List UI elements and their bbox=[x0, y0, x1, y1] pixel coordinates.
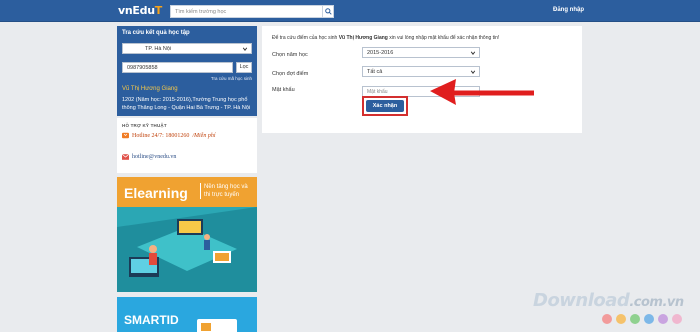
watermark-dot bbox=[672, 314, 682, 324]
lookup-student-code-link[interactable]: Tra cứu mã học sinh bbox=[211, 76, 252, 81]
phone-icon bbox=[122, 132, 129, 139]
top-navbar: vnEduT Tìm kiếm trường học Đăng nhập bbox=[0, 0, 700, 22]
elearning-subtitle: Nền tảng học và thi trực tuyến bbox=[200, 183, 255, 199]
hotline-text[interactable]: Hotline 24/7: 18001260 bbox=[132, 133, 189, 139]
red-arrow-annotation bbox=[430, 79, 534, 105]
year-label: Chọn năm học bbox=[272, 52, 308, 58]
student-school-info: 1202 (Năm học: 2015-2016),Trường Trung h… bbox=[122, 97, 251, 111]
submit-highlight-box: Xác nhận bbox=[362, 96, 408, 116]
chevron-down-icon bbox=[470, 51, 476, 55]
watermark-dot bbox=[658, 314, 668, 324]
province-value: TP. Hà Nội bbox=[145, 46, 172, 52]
year-value: 2015-2016 bbox=[367, 50, 394, 56]
lookup-panel: Tra cứu kết quả học tập TP. Hà Nội 09879… bbox=[117, 26, 257, 116]
elearning-title: Elearning bbox=[124, 185, 188, 201]
vnedu-logo[interactable]: vnEduT bbox=[118, 4, 162, 18]
intro-text: Để tra cứu điểm của học sinh Vũ Thị Hươn… bbox=[272, 35, 499, 41]
tech-support-box: HỖ TRỢ KỸ THUẬT Hotline 24/7: 18001260/M… bbox=[117, 118, 257, 173]
chevron-down-icon bbox=[242, 47, 248, 51]
student-name-link[interactable]: Vũ Thị Hương Giang bbox=[122, 86, 178, 92]
filter-button[interactable]: Lọc bbox=[236, 62, 252, 73]
login-link[interactable]: Đăng nhập bbox=[553, 7, 584, 13]
support-title: HỖ TRỢ KỸ THUẬT bbox=[122, 123, 167, 128]
year-select[interactable]: 2015-2016 bbox=[362, 47, 480, 58]
chevron-down-icon bbox=[470, 70, 476, 74]
intro-student-name: Vũ Thị Hương Giang bbox=[338, 35, 388, 41]
watermark-text: Download.com.vn bbox=[533, 290, 684, 311]
envelope-icon bbox=[122, 154, 129, 160]
logo-text: vnEdu bbox=[118, 4, 155, 17]
watermark-dot bbox=[630, 314, 640, 324]
province-select[interactable]: TP. Hà Nội bbox=[122, 43, 252, 54]
phone-value: 0987905858 bbox=[127, 65, 158, 71]
email-link[interactable]: hotline@vnedu.vn bbox=[132, 154, 176, 160]
logo-accent-text: T bbox=[154, 4, 163, 17]
watermark-dot bbox=[602, 314, 612, 324]
watermark-dot bbox=[644, 314, 654, 324]
intro-suffix: xin vui lòng nhập mật khẩu để xác nhận t… bbox=[389, 35, 500, 41]
elearning-banner[interactable]: Elearning Nền tảng học và thi trực tuyến bbox=[117, 177, 257, 292]
password-confirm-card: Để tra cứu điểm của học sinh Vũ Thị Hươn… bbox=[262, 26, 582, 133]
watermark-dots bbox=[602, 314, 682, 324]
intro-prefix: Để tra cứu điểm của học sinh bbox=[272, 35, 338, 41]
smartid-card-illustration bbox=[197, 319, 237, 332]
search-icon bbox=[324, 8, 332, 15]
elearning-illustration bbox=[117, 207, 257, 292]
hotline-free-text: /Miễn phí bbox=[192, 132, 216, 139]
confirm-button[interactable]: Xác nhận bbox=[366, 100, 404, 112]
watermark-dot bbox=[616, 314, 626, 324]
term-label: Chọn đợt điểm bbox=[272, 71, 309, 77]
smartid-banner[interactable]: SMARTID bbox=[117, 297, 257, 332]
lookup-panel-title: Tra cứu kết quả học tập bbox=[122, 30, 190, 36]
hotline-row: Hotline 24/7: 18001260/Miễn phí bbox=[122, 132, 216, 139]
phone-input[interactable]: 0987905858 bbox=[122, 62, 233, 73]
email-row: hotline@vnedu.vn bbox=[122, 154, 176, 160]
school-search-input[interactable]: Tìm kiếm trường học bbox=[170, 5, 322, 18]
smartid-title: SMARTID bbox=[124, 313, 179, 327]
download-watermark: Download.com.vn bbox=[530, 290, 700, 330]
watermark-suffix: .com.vn bbox=[629, 295, 684, 310]
term-value: Tất cả bbox=[367, 69, 383, 75]
password-label: Mật khẩu bbox=[272, 87, 295, 93]
watermark-main: Download bbox=[533, 290, 630, 311]
search-button[interactable] bbox=[322, 5, 334, 18]
